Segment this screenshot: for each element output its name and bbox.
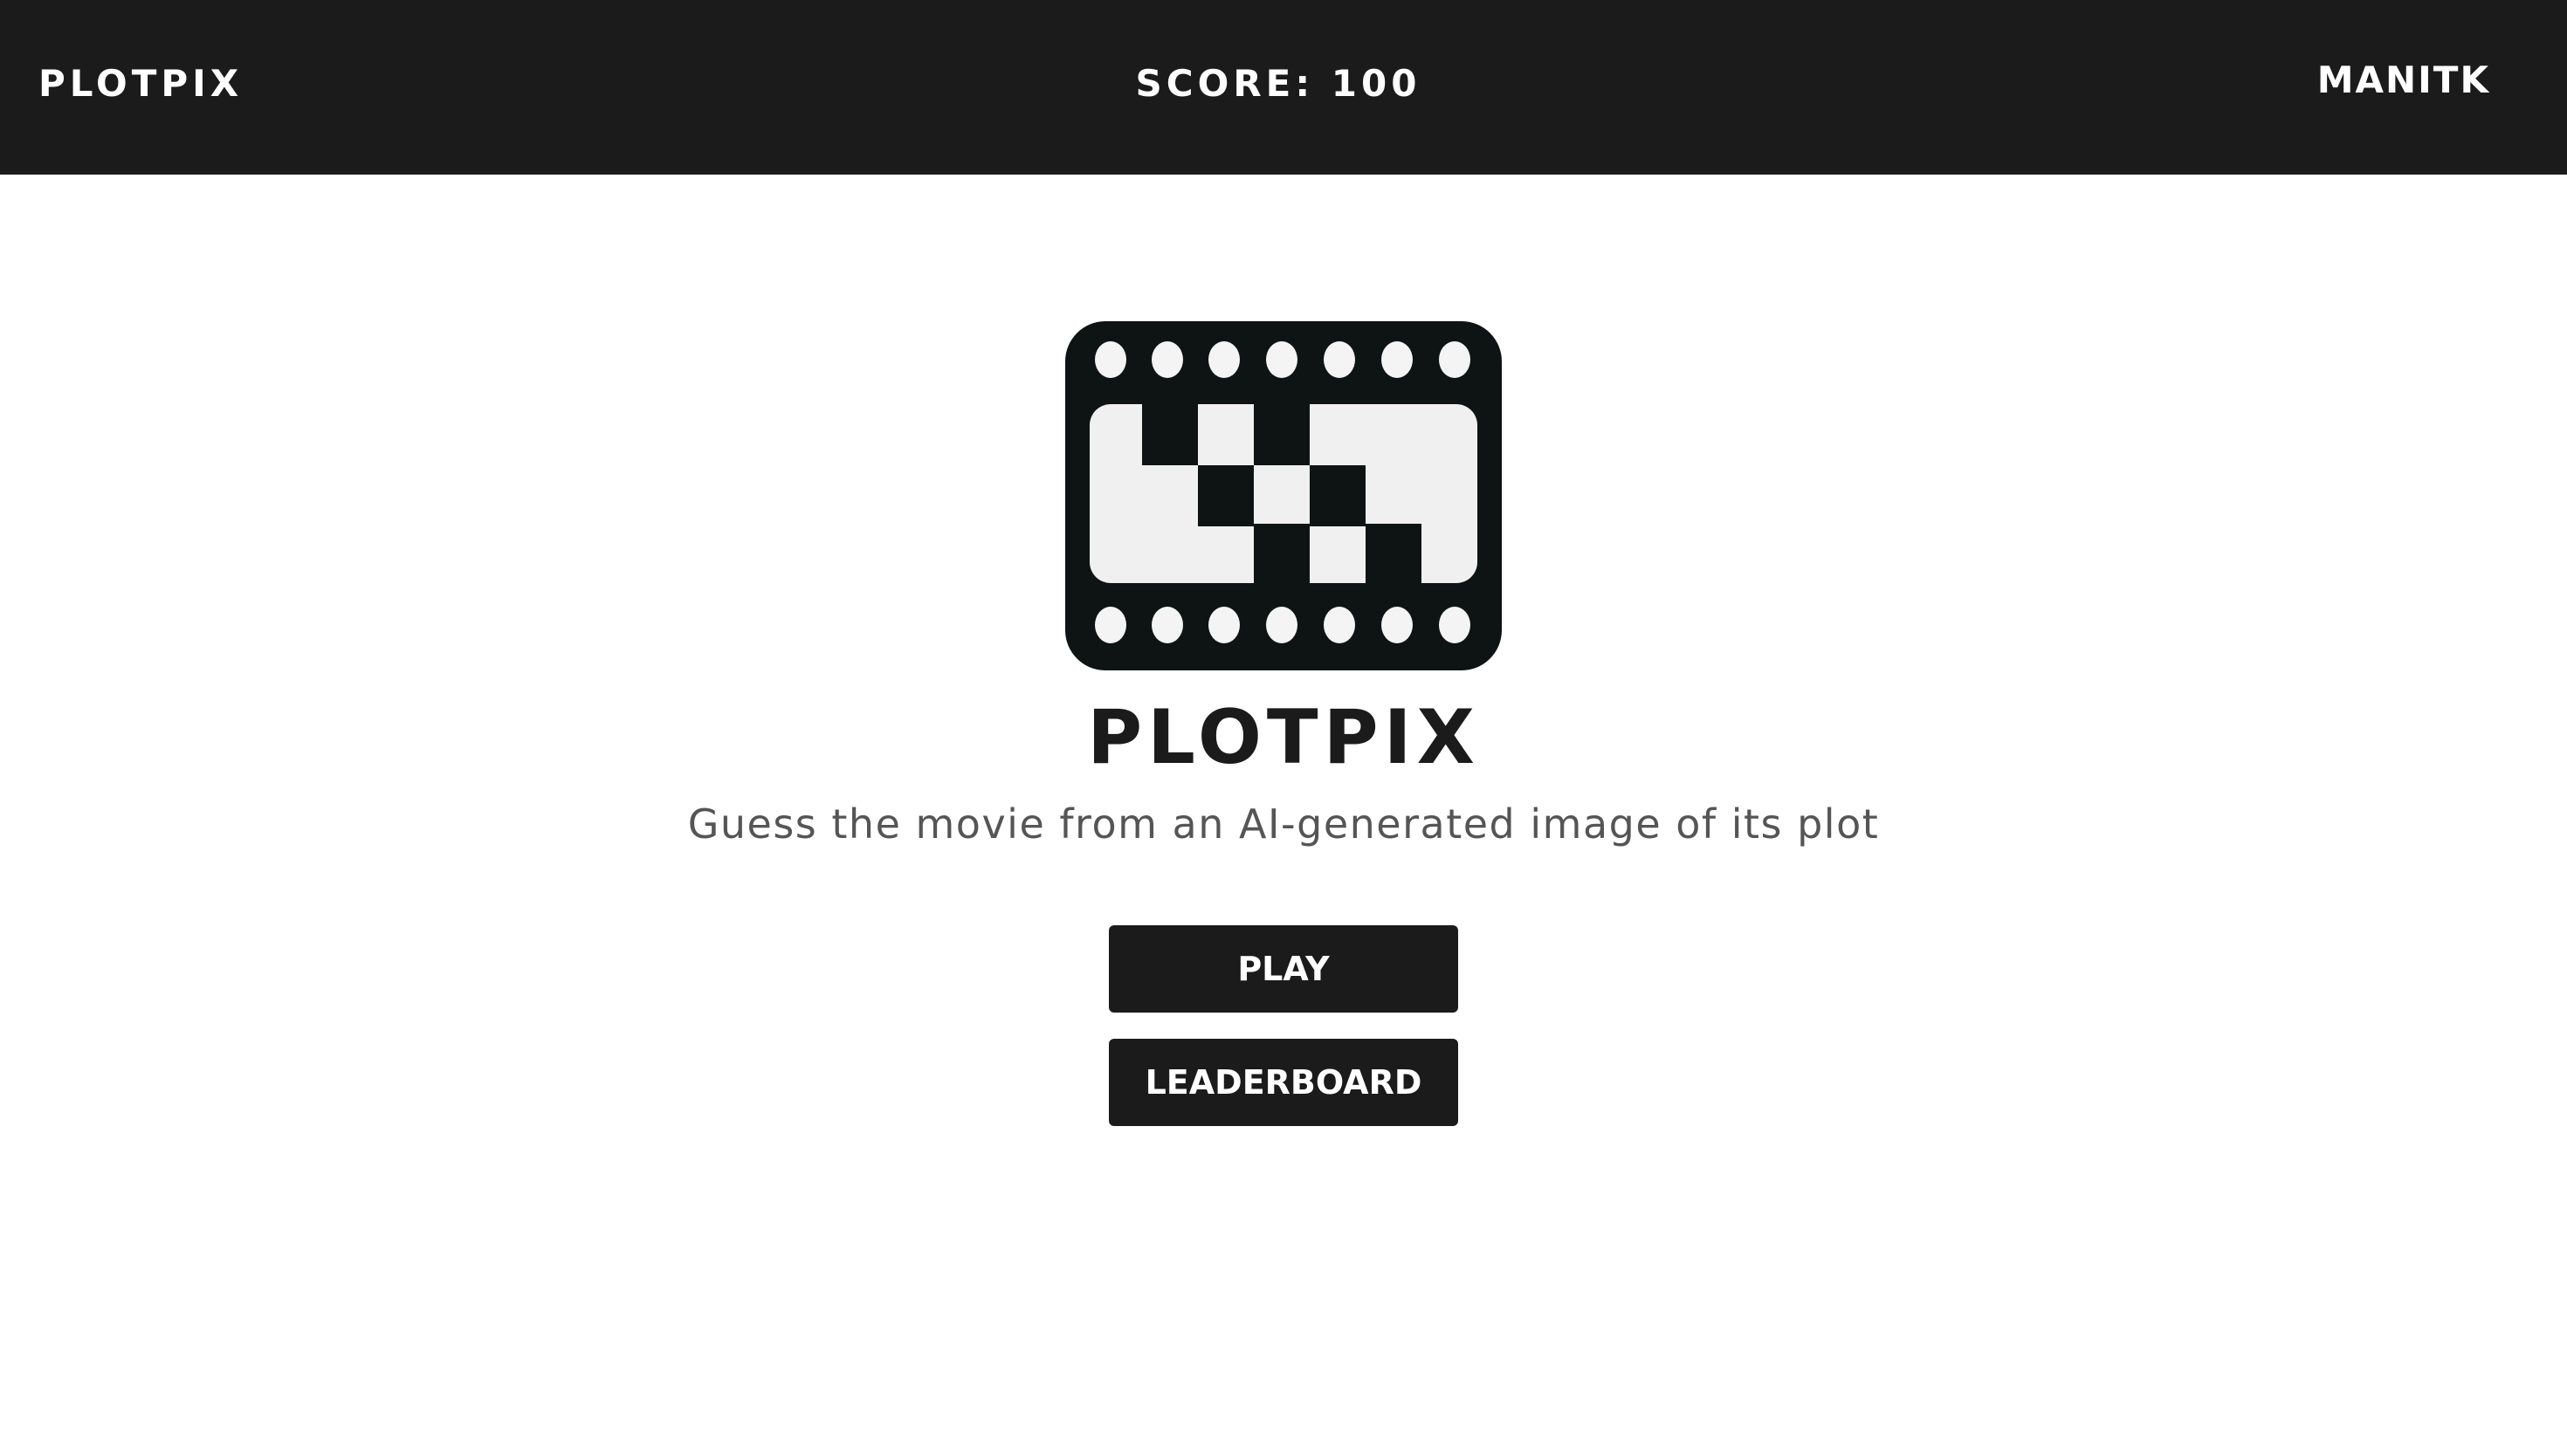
sprocket-hole bbox=[1324, 607, 1355, 643]
checker-square bbox=[1254, 404, 1310, 465]
sprocket-hole bbox=[1152, 607, 1183, 643]
sprocket-hole bbox=[1095, 607, 1126, 643]
play-button[interactable]: PLAY bbox=[1109, 925, 1458, 1013]
sprocket-hole bbox=[1381, 607, 1413, 643]
sprocket-hole bbox=[1095, 341, 1126, 378]
checker-square bbox=[1142, 404, 1198, 465]
checker-square bbox=[1198, 465, 1254, 526]
sprocket-hole bbox=[1439, 607, 1470, 643]
checker-square bbox=[1366, 524, 1421, 583]
leaderboard-button[interactable]: LEADERBOARD bbox=[1109, 1039, 1458, 1126]
sprocket-hole bbox=[1381, 341, 1413, 378]
score-display: SCORE: 100 bbox=[1135, 62, 1421, 105]
film-strip-checkered-icon bbox=[1065, 321, 1502, 670]
logo-graphic bbox=[1065, 321, 1502, 670]
sprocket-hole bbox=[1266, 607, 1297, 643]
sprocket-hole bbox=[1324, 341, 1355, 378]
sprocket-hole bbox=[1152, 341, 1183, 378]
sprocket-hole bbox=[1208, 607, 1240, 643]
checker-square bbox=[1310, 465, 1366, 526]
sprocket-hole bbox=[1266, 341, 1297, 378]
checker-square bbox=[1254, 524, 1310, 583]
sprocket-hole bbox=[1439, 341, 1470, 378]
user-menu[interactable]: MANITK bbox=[2317, 56, 2490, 105]
top-navigation-bar: PLOTPIX SCORE: 100 MANITK bbox=[0, 0, 2567, 175]
sprocket-hole bbox=[1208, 341, 1240, 378]
tagline: Guess the movie from an AI-generated ima… bbox=[687, 800, 1880, 848]
page-title: PLOTPIX bbox=[1087, 694, 1480, 781]
